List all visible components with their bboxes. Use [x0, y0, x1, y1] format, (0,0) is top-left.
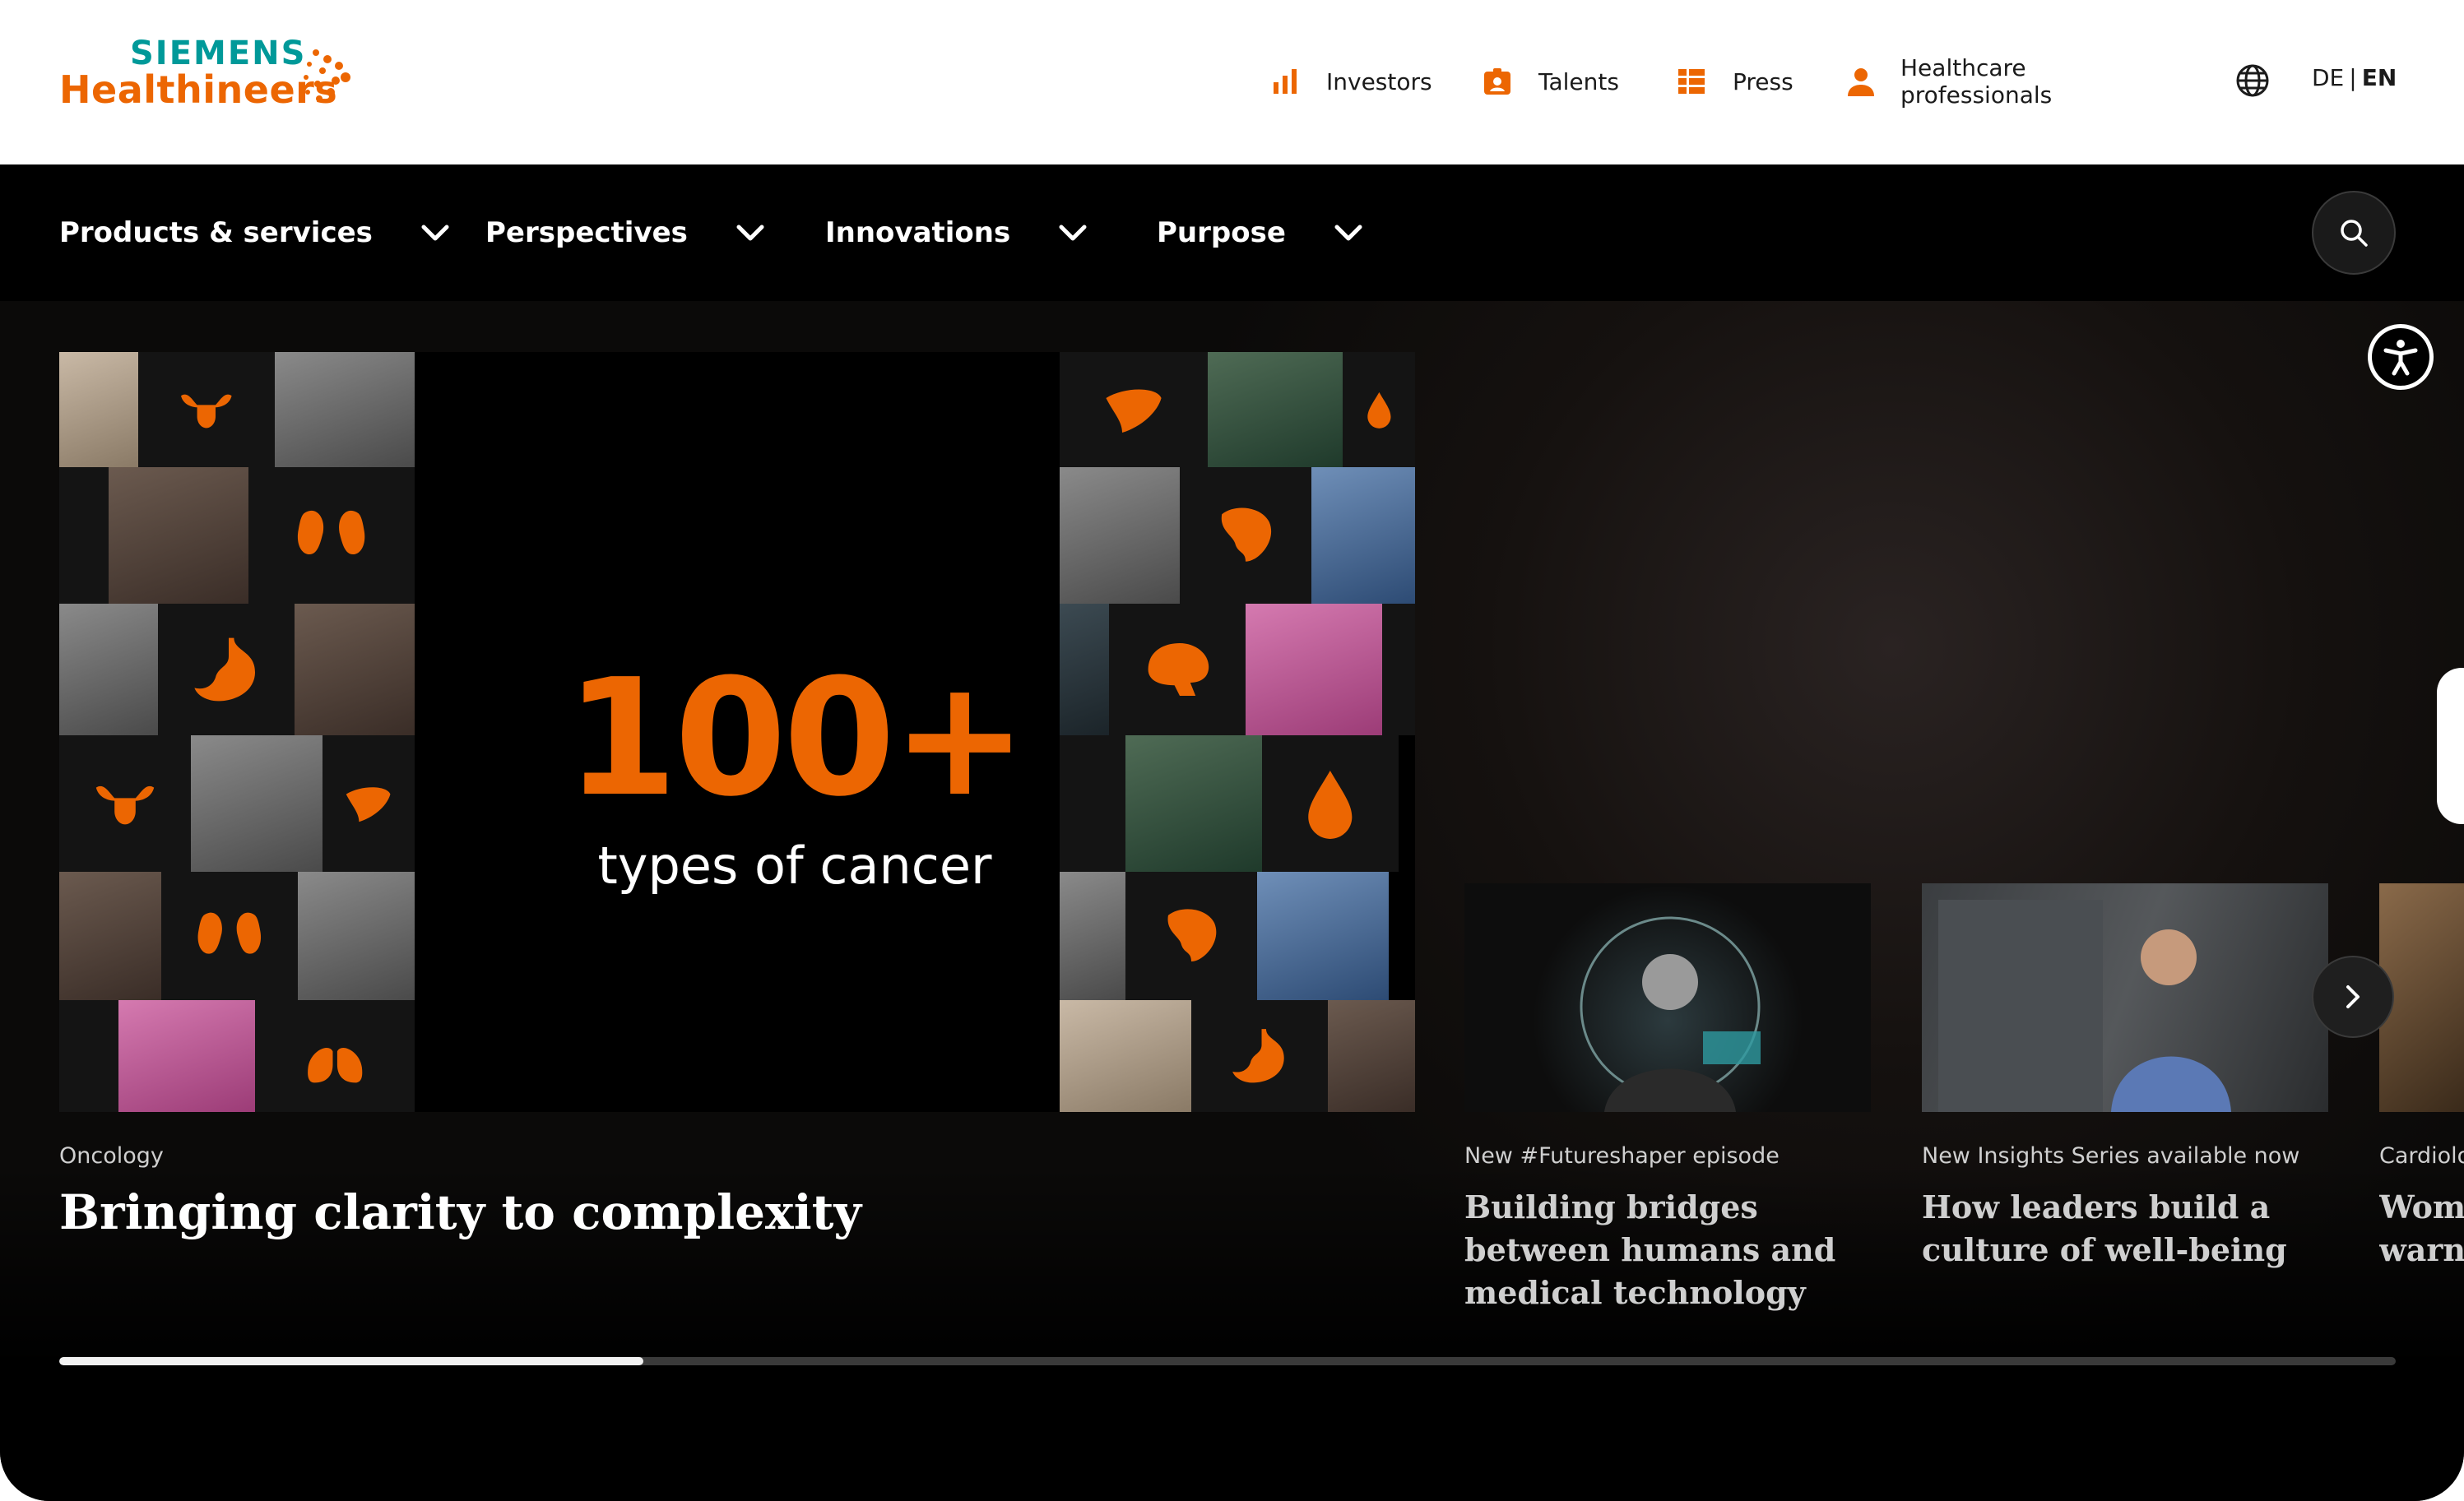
collage-photo — [1257, 872, 1389, 1000]
chevron-down-icon — [1059, 225, 1087, 241]
toplink-talents[interactable]: Talents — [1481, 61, 1619, 102]
search-button[interactable] — [2312, 191, 2396, 275]
nav-products-services[interactable]: Products & services — [59, 164, 450, 301]
teaser-image-futureshaper[interactable] — [1464, 883, 1871, 1112]
teaser-thumbnail-art — [1580, 916, 1761, 1112]
chevron-right-icon — [2346, 985, 2360, 1008]
collage-photo — [1060, 872, 1125, 1000]
teaser-headline[interactable]: How leaders build a culture of well-bein… — [1922, 1186, 2309, 1272]
lang-de[interactable]: DE — [2312, 64, 2344, 91]
nav-label: Innovations — [825, 216, 1011, 249]
side-feedback-tab[interactable] — [2437, 668, 2464, 824]
hero-kicker: Oncology — [59, 1143, 164, 1169]
feature-image-oncology[interactable]: 100+ types of cancer — [59, 352, 1415, 1112]
teaser-headline[interactable]: Wome warni — [2379, 1186, 2464, 1272]
bar-chart-icon — [1269, 65, 1302, 98]
lungs-icon — [255, 1000, 415, 1112]
toplink-investors[interactable]: Investors — [1269, 61, 1432, 102]
teaser-image-insights[interactable] — [1922, 883, 2328, 1112]
news-list-icon — [1675, 65, 1708, 98]
collage-photo — [1125, 735, 1262, 872]
stomach-icon — [158, 604, 295, 735]
collage-photo — [191, 735, 323, 872]
teaser-kicker: Cardiolo — [2379, 1143, 2464, 1169]
collage-photo — [1208, 352, 1343, 467]
cancer-types-stat: 100+ types of cancer — [548, 658, 1042, 896]
drop-icon — [1343, 352, 1415, 467]
collage-photo — [298, 872, 415, 1000]
uterus-icon — [138, 352, 275, 467]
nav-label: Products & services — [59, 216, 373, 249]
progress-fill — [59, 1357, 643, 1365]
collage-photo — [1311, 467, 1415, 604]
collage-photo — [1328, 1000, 1415, 1112]
drop-icon — [1262, 735, 1399, 872]
nav-innovations[interactable]: Innovations — [825, 164, 1088, 301]
main-navigation: Products & services Perspectives Innovat… — [0, 164, 2464, 301]
toplink-label: Investors — [1326, 67, 1432, 95]
nav-label: Perspectives — [485, 216, 688, 249]
kidney-icon — [161, 872, 298, 1000]
toplink-press[interactable]: Press — [1675, 61, 1793, 102]
language-switcher: DE | EN — [2312, 64, 2397, 91]
utility-bar: SIEMENS Healthineers Investors Talents P… — [0, 0, 2464, 164]
logo-dots-icon — [304, 49, 350, 102]
liver-icon — [323, 735, 415, 872]
collage-photo — [1060, 604, 1109, 735]
nav-label: Purpose — [1157, 216, 1286, 249]
collage-photo — [295, 604, 415, 735]
logo-line-2: Healthineers — [59, 67, 338, 112]
stomach-icon — [1191, 1000, 1328, 1112]
liver-icon — [1060, 352, 1208, 467]
globe-icon[interactable] — [2234, 63, 2271, 99]
collage-photo — [118, 1000, 255, 1112]
organ-icon — [59, 467, 109, 604]
accessibility-icon — [2383, 340, 2418, 376]
hero-headline[interactable]: Bringing clarity to complexity — [59, 1184, 861, 1240]
toplink-healthcare-professionals[interactable]: Healthcare professionals — [1846, 54, 2055, 109]
kidney-icon — [248, 467, 415, 604]
search-icon — [2341, 220, 2368, 247]
collage-photo — [59, 352, 138, 467]
chevron-down-icon — [421, 225, 449, 241]
teaser-kicker: New Insights Series available now — [1922, 1143, 2300, 1169]
teaser-headline[interactable]: Building bridges between humans and medi… — [1464, 1186, 1851, 1314]
stat-number: 100+ — [565, 645, 1027, 832]
collage-photo — [109, 467, 248, 604]
lang-separator: | — [2349, 64, 2357, 91]
collage-photo — [1060, 467, 1180, 604]
chevron-down-icon — [1334, 225, 1362, 241]
teaser-kicker: New #Futureshaper episode — [1464, 1143, 1780, 1169]
liver-icon — [1060, 735, 1125, 872]
nav-perspectives[interactable]: Perspectives — [485, 164, 765, 301]
accessibility-button[interactable] — [2368, 324, 2434, 390]
chevron-down-icon — [736, 225, 764, 241]
spleen-icon — [1125, 872, 1257, 1000]
brain-icon — [1109, 604, 1246, 735]
nav-purpose[interactable]: Purpose — [1157, 164, 1363, 301]
uterus-icon — [59, 735, 191, 872]
organ-icon — [1382, 604, 1415, 735]
person-icon — [1846, 65, 1876, 98]
carousel-next-button[interactable] — [2312, 956, 2394, 1038]
spleen-icon — [1180, 467, 1311, 604]
siemens-healthineers-logo[interactable]: SIEMENS Healthineers — [59, 35, 355, 117]
toplink-label: Press — [1733, 67, 1793, 95]
collage-photo — [59, 604, 158, 735]
collage-photo — [1246, 604, 1382, 735]
toplink-label: Talents — [1538, 67, 1619, 95]
collage-photo — [275, 352, 415, 467]
collage-photo — [1060, 1000, 1191, 1112]
lang-en[interactable]: EN — [2362, 64, 2397, 91]
collage-photo — [59, 872, 161, 1000]
id-badge-icon — [1481, 65, 1514, 98]
carousel-progress-bar — [59, 1357, 2396, 1365]
organ-icon — [59, 1000, 118, 1112]
teaser-thumbnail-art — [1938, 900, 2231, 1112]
toplink-label: Healthcare professionals — [1900, 54, 2053, 109]
stat-label: types of cancer — [597, 836, 992, 896]
